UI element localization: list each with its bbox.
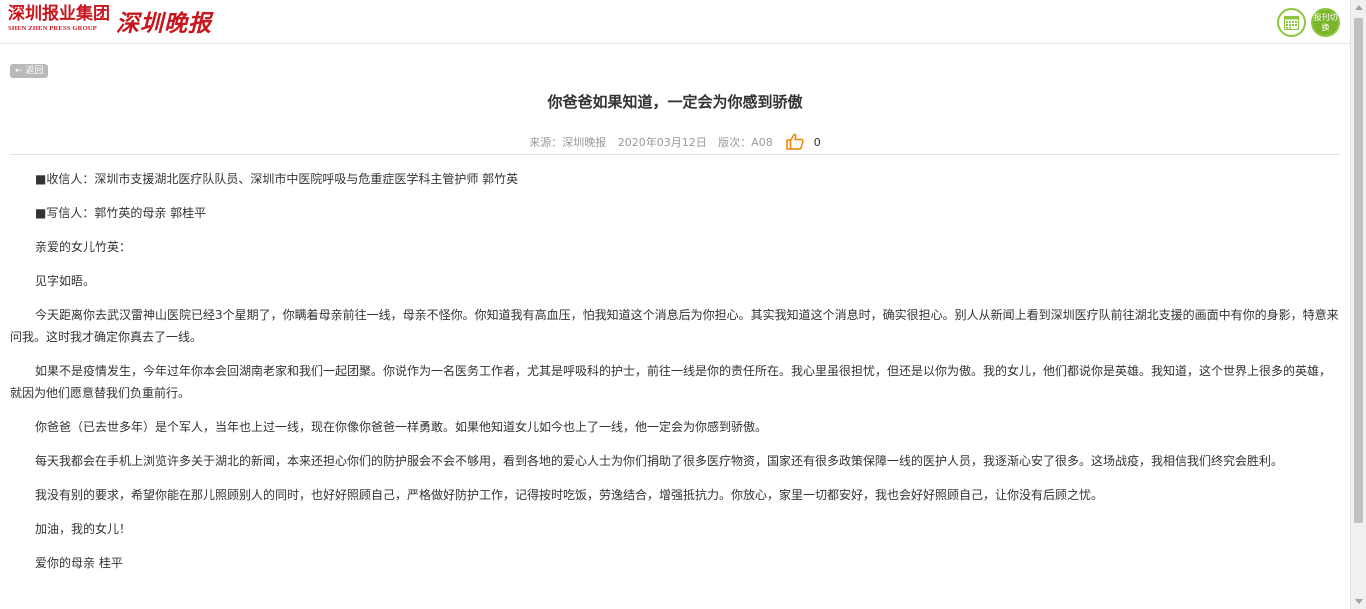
paragraph: 见字如晤。: [35, 274, 96, 288]
paragraph: 我没有别的要求，希望你能在那儿照顾别人的同时，也好好照顾自己，严格做好防护工作，…: [35, 488, 1104, 502]
newspaper-name: 深圳晚报: [116, 10, 212, 37]
thumbs-up-icon[interactable]: [786, 133, 804, 150]
paragraph-sender: ■写信人：郭竹英的母亲 郭桂平: [35, 206, 207, 220]
article-body: ■收信人：深圳市支援湖北医疗队队员、深圳市中医院呼吸与危重症医学科主管护师 郭竹…: [10, 168, 1340, 586]
paragraph: 你爸爸（已去世多年）是个军人，当年也上过一线，现在你像你爸爸一样勇敢。如果他知道…: [35, 420, 768, 434]
paragraph-recipient: ■收信人：深圳市支援湖北医疗队队员、深圳市中医院呼吸与危重症医学科主管护师 郭竹…: [35, 172, 519, 186]
article-title: 你爸爸如果知道，一定会为你感到骄傲: [547, 93, 803, 111]
paragraph: 加油，我的女儿！: [35, 522, 132, 536]
newspaper-switch-button[interactable]: 报刊切换: [1311, 8, 1340, 37]
paragraph: 每天我都会在手机上浏览许多关于湖北的新闻，本来还担心你们的防护服会不会不够用，看…: [35, 454, 1284, 468]
article-meta: 来源：深圳晚报 2020年03月12日 版次：A08 0: [0, 133, 1350, 150]
scroll-down-arrow-icon[interactable]: [1355, 599, 1363, 604]
press-group-name-en: SHEN ZHEN PRESS GROUP: [8, 25, 97, 32]
article-date: 2020年03月12日: [617, 136, 707, 149]
calendar-icon: [1284, 15, 1299, 30]
back-button[interactable]: ← 返回: [10, 64, 49, 78]
press-group-name: 深圳报业集团: [8, 4, 110, 24]
paragraph-greeting: 亲爱的女儿竹英：: [35, 240, 132, 254]
article-edition: 版次：A08: [718, 136, 773, 149]
article-source: 来源：深圳晚报: [529, 136, 607, 149]
like-count: 0: [813, 136, 821, 149]
newspaper-switch-label: 报刊切换: [1313, 13, 1338, 32]
paragraph: 今天距离你去武汉雷神山医院已经3个星期了，你瞒着母亲前往一线，母亲不怪你。你知道…: [10, 308, 1339, 344]
paragraph: 如果不是疫情发生，今年过年你本会回湖南老家和我们一起团聚。你说作为一名医务工作者…: [10, 364, 1332, 400]
paragraph-signature: 爱你的母亲 桂平: [35, 556, 123, 570]
scroll-thumb[interactable]: [1354, 18, 1363, 523]
calendar-button[interactable]: [1277, 8, 1306, 37]
site-logo[interactable]: 深圳报业集团 SHEN ZHEN PRESS GROUP 深圳晚报: [8, 6, 212, 38]
top-bar: 深圳报业集团 SHEN ZHEN PRESS GROUP 深圳晚报 报刊切换: [0, 0, 1350, 44]
vertical-scrollbar[interactable]: [1350, 0, 1366, 609]
scroll-up-arrow-icon[interactable]: [1355, 5, 1363, 10]
title-divider: [10, 154, 1340, 155]
press-group-logo: 深圳报业集团 SHEN ZHEN PRESS GROUP: [8, 6, 110, 33]
